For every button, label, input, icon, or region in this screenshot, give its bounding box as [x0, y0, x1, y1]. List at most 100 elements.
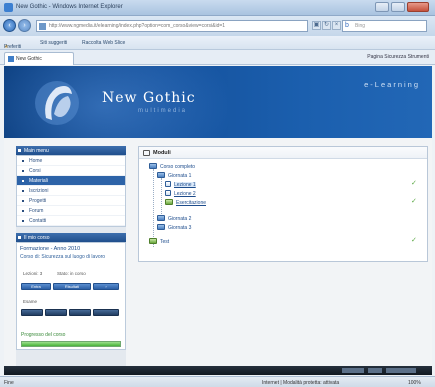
sidebar-item-label: Forum	[29, 208, 44, 214]
exam-button-4[interactable]	[93, 309, 119, 316]
exam-button-2[interactable]	[45, 309, 67, 316]
progress-label: Progresso del corso	[21, 332, 66, 338]
progress-fill	[22, 342, 120, 346]
maximize-button[interactable]	[391, 2, 405, 12]
favorites-link-webslice[interactable]: Raccolta Web Slice	[82, 40, 125, 46]
sidebar-item[interactable]: Home	[17, 156, 125, 166]
exam-button-1[interactable]	[21, 309, 43, 316]
bullet-icon	[22, 170, 24, 172]
status-text: Fine	[4, 380, 14, 386]
results-button[interactable]: Risultati	[53, 283, 91, 290]
enter-button[interactable]: Entra	[21, 283, 51, 290]
refresh-icon[interactable]: ↻	[322, 21, 331, 30]
sidebar-item-label: Iscrizioni	[29, 188, 49, 194]
modules-panel: Moduli Corso completo Giornata 1 Lezione…	[138, 146, 428, 262]
completed-check-icon: ✓	[411, 198, 417, 205]
document-icon	[165, 190, 171, 196]
tree-node-exercise[interactable]: Esercitazione	[165, 199, 206, 208]
bullet-icon	[22, 220, 24, 222]
footer-link[interactable]	[368, 368, 382, 373]
bullet-icon	[22, 200, 24, 202]
window-title: New Gothic - Windows Internet Explorer	[16, 4, 123, 10]
browser-icon	[4, 3, 13, 12]
title-bar: New Gothic - Windows Internet Explorer	[0, 0, 435, 16]
web-page: New Gothic multimedia e-Learning Main me…	[4, 66, 432, 375]
folder-icon	[149, 163, 157, 169]
bullet-icon	[22, 190, 24, 192]
sidebar-item[interactable]: Progetti	[17, 196, 125, 206]
command-bar[interactable]: Pagina Sicurezza Strumenti	[367, 54, 429, 60]
completed-check-icon: ✓	[411, 180, 417, 187]
sidebar-item-label: Corsi	[29, 168, 41, 174]
exam-button-3[interactable]	[69, 309, 91, 316]
test-icon	[149, 238, 157, 244]
tree-node-lesson2[interactable]: Lezione 2	[165, 190, 196, 199]
bullet-icon	[22, 210, 24, 212]
sidebar: Main menu Home Corsi Materiali Iscrizioni Pr…	[16, 146, 126, 370]
bullet-icon	[22, 160, 24, 162]
footer-link[interactable]	[342, 368, 364, 373]
sidebar-item-label: Materiali	[29, 178, 48, 184]
address-toolbar: ‹ › http://www.ngmedia.it/elearning/inde…	[0, 16, 435, 36]
close-button[interactable]	[407, 2, 429, 12]
folder-icon	[157, 215, 165, 221]
tree-node-test[interactable]: Test	[149, 238, 169, 247]
favorites-link-suggested[interactable]: Siti suggeriti	[40, 40, 67, 46]
tab-new-gothic[interactable]: New Gothic	[4, 52, 74, 65]
search-input[interactable]: b Bing	[342, 20, 427, 32]
site-banner: New Gothic multimedia e-Learning	[4, 66, 432, 138]
course-info-panel: Formazione - Anno 2010 Corso di: Sicurez…	[16, 242, 126, 350]
footer-link[interactable]	[386, 368, 416, 373]
sidebar-item[interactable]: Forum	[17, 206, 125, 216]
tree-node-lesson1[interactable]: Lezione 1	[165, 181, 196, 190]
course-header: Il mio corso	[16, 233, 126, 242]
compatibility-icon[interactable]: ▣	[312, 21, 321, 30]
security-zone: Internet | Modalità protetta: attivata	[262, 380, 340, 386]
modules-icon	[143, 150, 150, 156]
sidebar-item[interactable]: Corsi	[17, 166, 125, 176]
address-url: http://www.ngmedia.it/elearning/index.ph…	[49, 23, 226, 29]
tagline: e-Learning	[364, 80, 420, 89]
status-bar: Fine Internet | Modalità protetta: attiv…	[0, 376, 435, 387]
tree-node-day1[interactable]: Giornata 1	[157, 172, 191, 181]
tab-bar: New Gothic Pagina Sicurezza Strumenti	[0, 50, 435, 65]
sidebar-menu: Home Corsi Materiali Iscrizioni Progetti Foru…	[16, 155, 126, 227]
modules-tree: Corso completo Giornata 1 Lezione 1 Lezi…	[139, 161, 427, 261]
course-status: Stato: in corso	[57, 271, 86, 276]
tree-node-day2[interactable]: Giornata 2	[157, 215, 191, 224]
tree-node-root[interactable]: Corso completo	[149, 163, 195, 172]
browser-window: New Gothic - Windows Internet Explorer ‹…	[0, 0, 435, 387]
site-icon	[39, 23, 46, 30]
arrow-right-button[interactable]: ›	[93, 283, 119, 290]
lessons-count: Lezioni: 3	[23, 271, 43, 276]
course-description: Corso di: Sicurezza sul luogo di lavoro	[20, 254, 106, 260]
address-input[interactable]: http://www.ngmedia.it/elearning/index.ph…	[36, 20, 308, 32]
sidebar-item-label: Contatti	[29, 218, 47, 224]
brand-subtitle: multimedia	[138, 108, 188, 114]
search-placeholder: Bing	[355, 23, 366, 29]
exercise-icon	[165, 199, 173, 205]
favorites-bar: ★ Preferiti Siti suggeriti Raccolta Web …	[0, 36, 435, 50]
completed-check-icon: ✓	[411, 237, 417, 244]
sidebar-item-label: Home	[29, 158, 43, 164]
zoom-level[interactable]: 100%	[408, 380, 421, 386]
sidebar-item[interactable]: Materiali	[17, 176, 125, 186]
sidebar-item-label: Progetti	[29, 198, 47, 204]
sidebar-item[interactable]: Contatti	[17, 216, 125, 226]
folder-icon	[157, 172, 165, 178]
back-button[interactable]: ‹	[3, 19, 16, 32]
course-name: Formazione - Anno 2010	[20, 246, 81, 252]
stop-icon[interactable]: ×	[332, 21, 341, 30]
brand-logo-icon	[35, 81, 79, 125]
document-icon	[165, 181, 171, 187]
brand-name: New Gothic	[102, 90, 196, 106]
menu-header: Main menu	[16, 146, 126, 155]
course-progress-bar	[21, 341, 121, 347]
tree-node-day3[interactable]: Giornata 3	[157, 224, 191, 233]
folder-icon	[157, 224, 165, 230]
sidebar-item[interactable]: Iscrizioni	[17, 186, 125, 196]
forward-button[interactable]: ›	[18, 19, 31, 32]
minimize-button[interactable]	[375, 2, 389, 12]
exam-label: Esame	[23, 299, 38, 304]
search-provider-icon: b	[345, 22, 349, 29]
